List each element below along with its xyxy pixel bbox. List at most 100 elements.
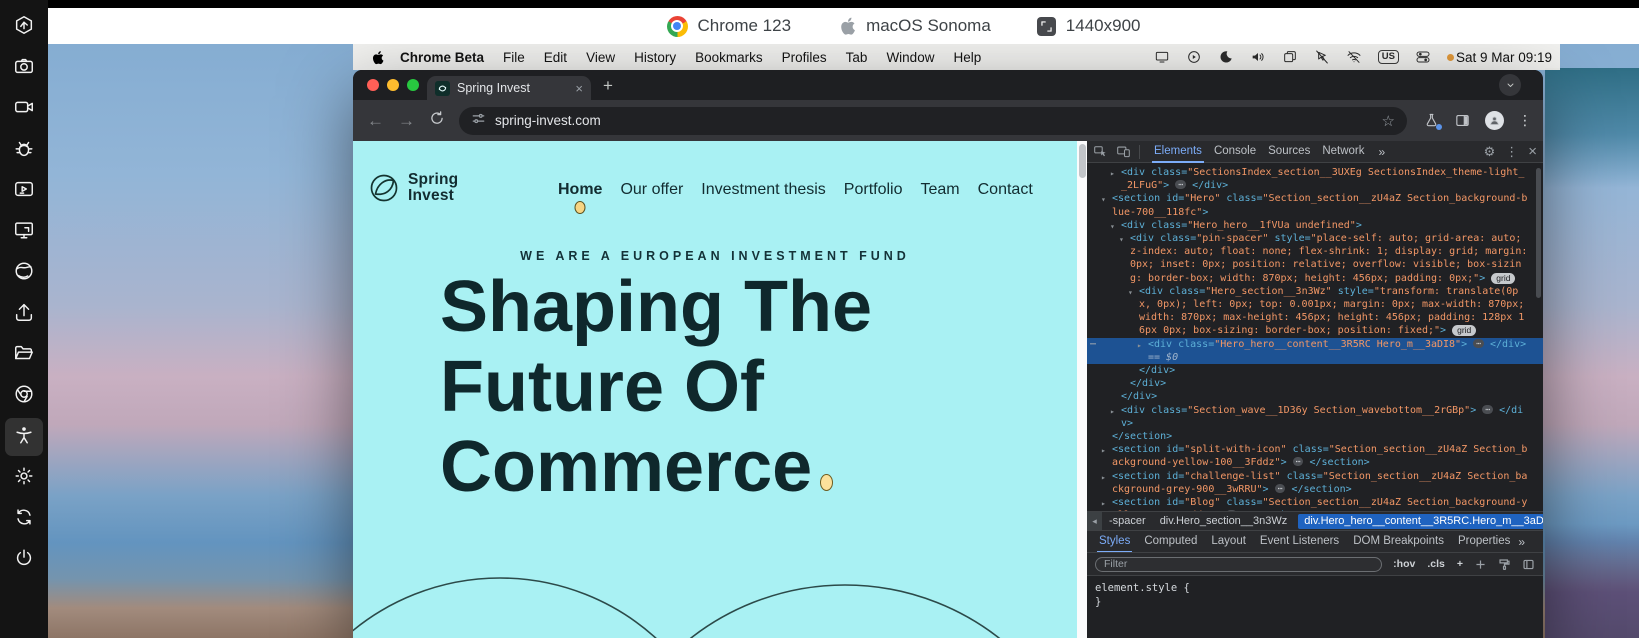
dom-tree-node[interactable]: ▸ <section id="Blog" class="Section_secti… — [1087, 496, 1543, 511]
nav-link-team[interactable]: Team — [921, 181, 960, 199]
sidebar-item-upload[interactable] — [5, 295, 43, 333]
pseudo-button-[interactable]: + — [1457, 558, 1463, 570]
breadcrumb-item[interactable]: -spacer — [1109, 515, 1146, 527]
menubar-item-help[interactable]: Help — [953, 50, 981, 65]
styles-filter-input[interactable] — [1095, 556, 1383, 572]
sidebar-item-video-camera[interactable] — [5, 90, 43, 128]
expand-arrow-icon[interactable]: ▸ — [1101, 497, 1106, 510]
control-center-icon[interactable] — [1415, 49, 1431, 65]
nav-link-portfolio[interactable]: Portfolio — [844, 181, 903, 199]
styles-more-tabs-icon[interactable]: » — [1518, 535, 1525, 549]
zoom-window-button[interactable] — [407, 79, 419, 91]
volume-icon[interactable] — [1250, 49, 1266, 65]
expand-ellipsis-button[interactable]: ⋯ — [1274, 483, 1286, 493]
menubar-item-view[interactable]: View — [586, 50, 615, 65]
dom-tree-node[interactable]: ▸ <div class="Section_wave__1D36y Section… — [1087, 404, 1543, 430]
devtools-tab-elements[interactable]: Elements — [1148, 141, 1208, 163]
styles-tab-computed[interactable]: Computed — [1138, 531, 1203, 553]
styles-tab-event-listeners[interactable]: Event Listeners — [1254, 531, 1345, 553]
dom-tree-node[interactable]: ▸ ⋯ <div class="Hero_hero__content__3R5RC … — [1087, 337, 1543, 365]
browser-tab[interactable]: Spring Invest × — [427, 76, 591, 100]
more-tabs-icon[interactable]: » — [1379, 145, 1386, 159]
sidebar-item-media-player[interactable] — [5, 172, 43, 210]
menubar-item-profiles[interactable]: Profiles — [782, 50, 827, 65]
tab-search-button[interactable] — [1499, 74, 1521, 96]
expand-arrow-icon[interactable]: ▸ — [1137, 339, 1142, 352]
dom-tree-node[interactable]: ▾ <section id="Hero" class="Section_secti… — [1087, 192, 1543, 218]
dom-tree-node[interactable]: ▸ <div class="SectionsIndex_section__3UXE… — [1087, 166, 1543, 192]
menubar-clock[interactable]: Sat 9 Mar 09:19 — [1456, 50, 1552, 65]
dom-tree-node[interactable]: ▸ <section id="challenge-list" class="Sec… — [1087, 470, 1543, 496]
expand-arrow-icon[interactable]: ▸ — [1101, 444, 1106, 457]
collapse-arrow-icon[interactable]: ▾ — [1101, 193, 1106, 206]
devtools-settings-icon[interactable]: ⚙ — [1484, 144, 1496, 160]
menubar-item-history[interactable]: History — [634, 50, 676, 65]
sidebar-item-remote-desktop[interactable] — [5, 213, 43, 251]
back-button[interactable]: ← — [367, 111, 384, 131]
breadcrumb-item[interactable]: div.Hero_section__3n3Wz — [1160, 515, 1288, 527]
dom-tree-node[interactable]: ▾ <div class="pin-spacer" style="place-se… — [1087, 232, 1543, 285]
nav-link-our-offer[interactable]: Our offer — [620, 181, 683, 199]
expand-arrow-icon[interactable]: ▸ — [1101, 471, 1106, 484]
us-keyboard-icon[interactable]: US — [1377, 50, 1399, 64]
menubar-item-bookmarks[interactable]: Bookmarks — [695, 50, 763, 65]
styles-tab-dom-breakpoints[interactable]: DOM Breakpoints — [1347, 531, 1450, 553]
breadcrumb-scroll-left-icon[interactable]: ◂ — [1087, 512, 1102, 530]
side-panel-icon[interactable] — [1454, 112, 1471, 129]
experiments-flask-icon[interactable] — [1423, 112, 1442, 130]
menubar-item-window[interactable]: Window — [886, 50, 934, 65]
pseudo-button-hov[interactable]: :hov — [1393, 558, 1415, 570]
forward-button[interactable]: → — [398, 111, 415, 131]
expand-ellipsis-button[interactable]: ⋯ — [1473, 338, 1484, 348]
url-text[interactable]: spring-invest.com — [495, 113, 1373, 128]
site-settings-icon[interactable] — [471, 111, 486, 131]
inspect-element-icon[interactable] — [1093, 144, 1108, 159]
apple-menu-icon[interactable] — [370, 49, 384, 66]
menubar-item-file[interactable]: File — [503, 50, 525, 65]
pointer-off-icon[interactable] — [1314, 49, 1330, 65]
nav-link-investment-thesis[interactable]: Investment thesis — [701, 181, 826, 199]
dom-tree-node[interactable]: </section> — [1087, 430, 1543, 443]
url-address-bar[interactable]: spring-invest.com ☆ — [459, 106, 1407, 135]
menubar-item-edit[interactable]: Edit — [544, 50, 567, 65]
new-style-rule-icon[interactable] — [1474, 558, 1487, 571]
devtools-scrollbar-thumb[interactable] — [1536, 168, 1541, 298]
expand-arrow-icon[interactable]: ▸ — [1110, 405, 1115, 418]
bookmark-star-icon[interactable]: ☆ — [1382, 112, 1395, 130]
minimize-window-button[interactable] — [387, 79, 399, 91]
sidebar-item-bug[interactable] — [5, 131, 43, 169]
devtools-menu-icon[interactable]: ⋮ — [1505, 144, 1518, 160]
sidebar-item-app-logo[interactable] — [5, 8, 43, 46]
dom-tree-node[interactable]: ▾ <div class="Hero_hero__1fVUa undefined"… — [1087, 219, 1543, 232]
paint-format-icon[interactable] — [1498, 558, 1511, 571]
page-scrollbar[interactable] — [1077, 141, 1087, 638]
profile-avatar[interactable] — [1485, 111, 1504, 130]
styles-tab-layout[interactable]: Layout — [1205, 531, 1252, 553]
dom-tree-node[interactable]: ▸ <section id="split-with-icon" class="Se… — [1087, 443, 1543, 469]
browser-menu-icon[interactable]: ⋮ — [1518, 112, 1532, 129]
sidebar-item-accessibility[interactable] — [5, 418, 43, 456]
sidebar-item-globe[interactable] — [5, 254, 43, 292]
devtools-tab-network[interactable]: Network — [1316, 141, 1370, 163]
tab-close-icon[interactable]: × — [575, 82, 583, 95]
dom-tree-node[interactable]: </div> — [1087, 377, 1543, 390]
page-scrollbar-thumb[interactable] — [1078, 144, 1086, 178]
expand-arrow-icon[interactable]: ▸ — [1110, 167, 1115, 180]
stacked-windows-icon[interactable] — [1282, 49, 1298, 65]
collapse-arrow-icon[interactable]: ▾ — [1128, 286, 1133, 299]
breadcrumb-item[interactable]: div.Hero_hero__content__3R5RC.Hero_m__3a… — [1298, 513, 1543, 529]
new-tab-button[interactable]: + — [603, 77, 613, 94]
sidebar-item-settings-gear[interactable] — [5, 459, 43, 497]
wifi-off-icon[interactable] — [1346, 49, 1362, 65]
dom-tree-node[interactable]: </div> — [1087, 390, 1543, 403]
grid-badge[interactable]: grid — [1491, 272, 1516, 284]
styles-tab-styles[interactable]: Styles — [1093, 531, 1136, 553]
expand-ellipsis-button[interactable]: ⋯ — [1292, 457, 1304, 467]
sidebar-item-power[interactable] — [5, 541, 43, 579]
sidebar-item-chrome[interactable] — [5, 377, 43, 415]
expand-ellipsis-button[interactable]: ⋯ — [1482, 404, 1494, 414]
reload-button[interactable] — [429, 110, 445, 131]
site-logo[interactable]: Spring Invest — [366, 170, 458, 206]
menubar-item-chrome-beta[interactable]: Chrome Beta — [400, 50, 484, 65]
devtools-close-icon[interactable]: × — [1528, 143, 1537, 160]
